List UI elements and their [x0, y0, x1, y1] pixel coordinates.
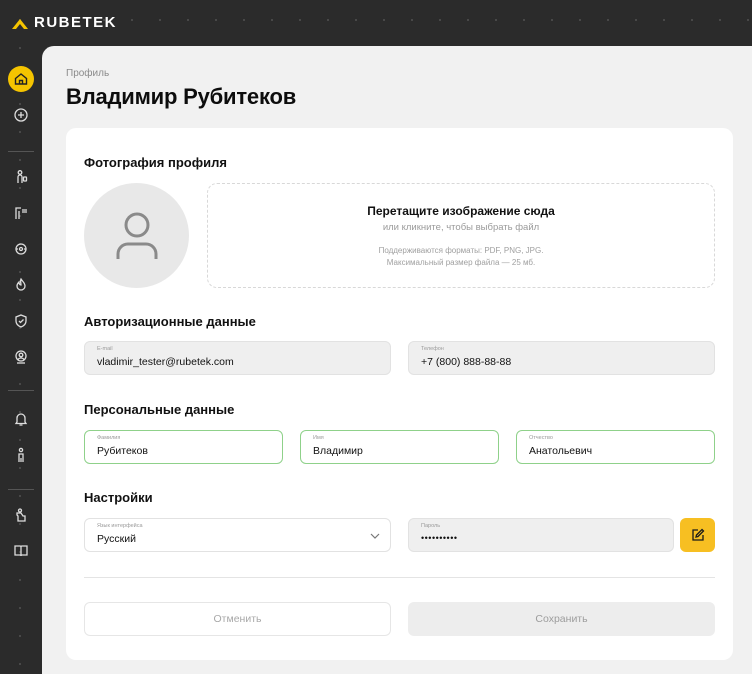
fire-icon: [16, 277, 26, 291]
phone-value: +7 (800) 888-88-88: [421, 356, 512, 368]
lastname-label: Фамилия: [97, 435, 121, 441]
profile-card: Фотография профиля Перетащите изображени…: [66, 128, 733, 660]
logo-mark-icon: [12, 18, 28, 29]
sidebar: [0, 46, 42, 674]
sidebar-item-cameras[interactable]: [8, 236, 34, 262]
password-label: Пароль: [421, 523, 441, 529]
phone-label: Телефон: [421, 346, 444, 352]
page-title: Владимир Рубитеков: [66, 84, 297, 109]
sidebar-item-devices[interactable]: [8, 164, 34, 190]
main-content: Профиль Владимир Рубитеков Фотография пр…: [42, 46, 752, 674]
settings-section-title: Настройки: [84, 490, 153, 505]
sidebar-item-meters[interactable]: [8, 200, 34, 226]
lastname-field[interactable]: Фамилия Рубитеков: [84, 430, 283, 464]
top-bar: RUBETEK: [0, 0, 752, 46]
phone-field[interactable]: Телефон +7 (800) 888-88-88: [408, 341, 715, 375]
email-label: E-mail: [97, 346, 113, 352]
sidebar-item-person[interactable]: [8, 442, 34, 468]
dropzone-formats-note: Поддерживаются форматы: PDF, PNG, JPG.: [378, 246, 544, 255]
meter-icon: [15, 207, 27, 219]
lastname-value: Рубитеков: [97, 445, 148, 457]
firstname-value: Владимир: [313, 445, 363, 457]
bell-icon: [14, 413, 28, 426]
dropzone-size-note: Максимальный размер файла — 25 мб.: [386, 258, 536, 267]
brand-logo[interactable]: RUBETEK: [12, 14, 117, 31]
sidebar-item-add[interactable]: [8, 102, 34, 128]
auth-section-title: Авторизационные данные: [84, 314, 256, 329]
sidebar-item-users[interactable]: [8, 344, 34, 370]
sidebar-item-notifications[interactable]: [8, 406, 34, 432]
edit-icon: [691, 528, 704, 541]
photo-dropzone[interactable]: Перетащите изображение сюда или кликните…: [207, 183, 715, 288]
password-value: ••••••••••: [421, 533, 458, 543]
shield-icon: [15, 314, 27, 328]
sidebar-item-fire[interactable]: [8, 272, 34, 298]
sidebar-item-security[interactable]: [8, 308, 34, 334]
camera-icon: [15, 243, 27, 255]
sidebar-item-access[interactable]: [8, 502, 34, 528]
user-icon: [116, 212, 157, 259]
language-value: Русский: [97, 533, 136, 545]
firstname-field[interactable]: Имя Владимир: [300, 430, 499, 464]
dropzone-subtitle: или кликните, чтобы выбрать файл: [382, 222, 540, 233]
dropzone-title: Перетащите изображение сюда: [367, 204, 555, 218]
language-select[interactable]: Язык интерфейса Русский: [84, 518, 391, 552]
person-icon: [18, 447, 24, 462]
language-label: Язык интерфейса: [97, 523, 143, 529]
hand-icon: [16, 508, 26, 522]
firstname-label: Имя: [313, 435, 324, 441]
brand-name: RUBETEK: [34, 14, 118, 31]
sidebar-item-home[interactable]: [8, 66, 34, 92]
book-icon: [14, 545, 28, 557]
photo-section-title: Фотография профиля: [84, 155, 227, 170]
sidebar-divider: [8, 489, 34, 490]
email-value: vladimir_tester@rubetek.com: [97, 356, 234, 368]
sidebar-divider: [8, 151, 34, 152]
middlename-field[interactable]: Отчество Анатольевич: [516, 430, 715, 464]
edit-password-button[interactable]: [680, 518, 715, 552]
sidebar-item-docs[interactable]: [8, 538, 34, 564]
middlename-label: Отчество: [529, 435, 553, 441]
person-device-icon: [17, 170, 28, 183]
chevron-down-icon: [370, 533, 380, 539]
breadcrumb[interactable]: Профиль: [66, 68, 109, 79]
email-field[interactable]: E-mail vladimir_tester@rubetek.com: [84, 341, 391, 375]
middlename-value: Анатольевич: [529, 445, 593, 457]
personal-section-title: Персональные данные: [84, 402, 235, 417]
home-icon: [14, 73, 28, 85]
plus-circle-icon: [14, 108, 28, 122]
cancel-button[interactable]: Отменить: [84, 602, 391, 636]
sidebar-divider: [8, 390, 34, 391]
divider: [84, 577, 715, 578]
avatar: [84, 183, 189, 288]
user-badge-icon: [15, 350, 27, 364]
save-button[interactable]: Сохранить: [408, 602, 715, 636]
password-field[interactable]: Пароль ••••••••••: [408, 518, 674, 552]
